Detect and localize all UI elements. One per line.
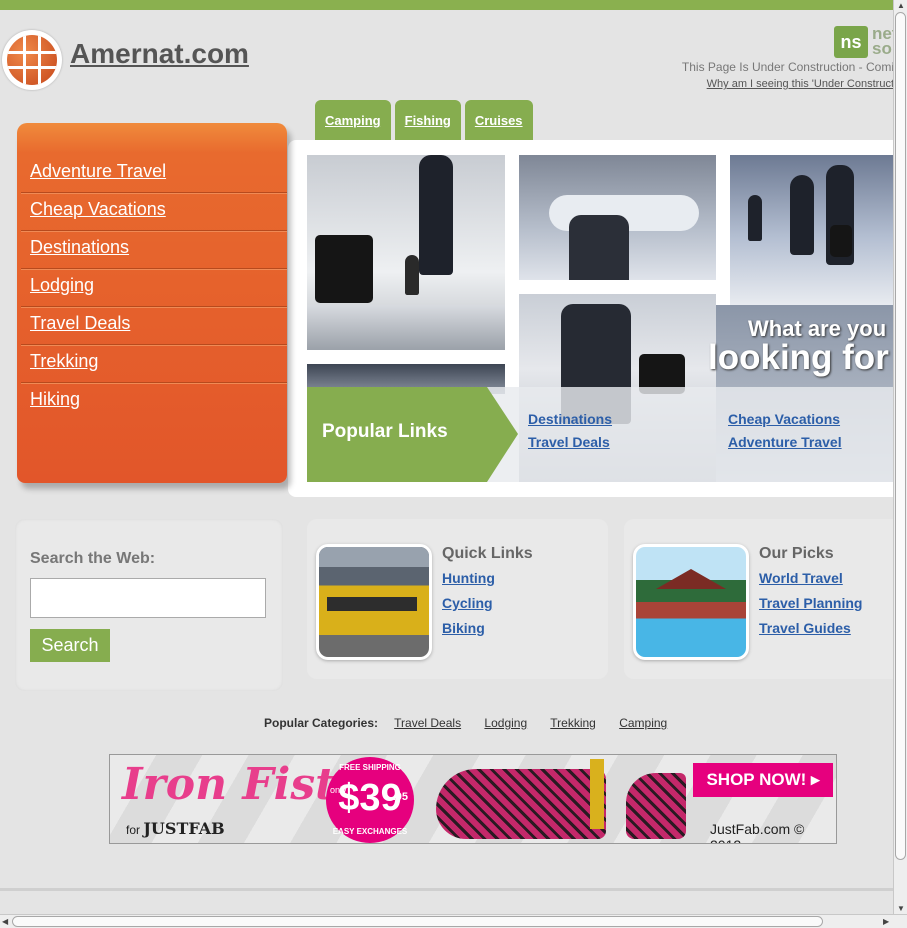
pick-world-travel[interactable]: World Travel [759, 570, 843, 586]
shoe-image-1 [436, 769, 606, 839]
sidebar-item-adventure-travel: Adventure Travel [21, 155, 287, 193]
network-solutions-logo-text: net sol [872, 26, 894, 56]
our-picks-title: Our Picks [759, 545, 834, 562]
search-input[interactable] [30, 578, 266, 618]
why-under-construction-link[interactable]: Why am I seeing this 'Under Construct [707, 78, 894, 90]
sidebar-link[interactable]: Cheap Vacations [30, 199, 166, 219]
top-tabs: Camping Fishing Cruises [315, 100, 533, 141]
top-accent-bar [0, 0, 893, 10]
network-solutions-logo-icon[interactable]: ns [834, 26, 868, 58]
ad-brand-logo: Iron Fist [122, 759, 336, 810]
sidebar-link[interactable]: Hiking [30, 389, 80, 409]
category-travel-deals[interactable]: Travel Deals [394, 716, 461, 730]
popular-categories: Popular Categories: Travel Deals Lodging… [264, 716, 687, 730]
popular-links-title: Popular Links [322, 421, 448, 442]
ad-free-shipping: FREE SHIPPING [339, 763, 401, 772]
resort-pool-photo [633, 544, 749, 660]
category-trekking[interactable]: Trekking [550, 716, 596, 730]
banner-ad[interactable]: Iron Fist for JUSTFAB FREE SHIPPING only… [109, 754, 837, 844]
tab-camping[interactable]: Camping [315, 100, 391, 141]
horizontal-scroll-thumb[interactable] [12, 916, 823, 927]
category-camping[interactable]: Camping [619, 716, 667, 730]
under-construction-text: This Page Is Under Construction - Comi [681, 60, 894, 74]
airport-window-photo [519, 155, 716, 280]
hero-question-line2: looking for [708, 338, 889, 377]
quick-links-title: Quick Links [442, 545, 533, 562]
quick-link-cycling[interactable]: Cycling [442, 595, 493, 611]
popular-link-adventure-travel[interactable]: Adventure Travel [728, 434, 842, 450]
sidebar-link[interactable]: Destinations [30, 237, 129, 257]
globe-logo-icon[interactable] [2, 30, 62, 90]
popular-categories-label: Popular Categories: [264, 716, 379, 730]
ad-footer: JustFab.com © 2012 [710, 821, 805, 843]
sidebar-item-cheap-vacations: Cheap Vacations [21, 193, 287, 231]
scroll-down-arrow-icon[interactable]: ▼ [897, 904, 905, 913]
sidebar-item-travel-deals: Travel Deals [21, 307, 287, 345]
category-lodging[interactable]: Lodging [484, 716, 527, 730]
sidebar-item-lodging: Lodging [21, 269, 287, 307]
shoe-heel-1 [590, 759, 604, 829]
tab-fishing[interactable]: Fishing [394, 100, 461, 141]
shop-now-button[interactable]: SHOP NOW! ▸ [693, 763, 833, 797]
sidebar-item-trekking: Trekking [21, 345, 287, 383]
sidebar-link[interactable]: Lodging [30, 275, 94, 295]
popular-link-travel-deals[interactable]: Travel Deals [528, 434, 610, 450]
scroll-up-arrow-icon[interactable]: ▲ [897, 1, 905, 10]
popular-link-destinations[interactable]: Destinations [528, 411, 612, 427]
tab-cruises[interactable]: Cruises [464, 100, 533, 141]
ad-easy-exchanges: EASY EXCHANGES [332, 827, 408, 836]
popular-link-cheap-vacations[interactable]: Cheap Vacations [728, 411, 840, 427]
search-label: Search the Web: [30, 550, 156, 567]
shoe-image-2 [626, 773, 686, 839]
ad-for-text: for JUSTFAB [126, 819, 225, 838]
pick-travel-planning[interactable]: Travel Planning [759, 595, 862, 611]
sidebar-link[interactable]: Travel Deals [30, 313, 130, 333]
vertical-scroll-thumb[interactable] [895, 12, 906, 860]
ad-cents: .95 [392, 791, 408, 803]
scroll-left-arrow-icon[interactable]: ◀ [2, 917, 8, 926]
scroll-right-arrow-icon[interactable]: ▶ [883, 917, 889, 926]
traveler-walking-photo [307, 155, 505, 350]
sidebar-item-hiking: Hiking [21, 383, 287, 421]
ad-price-badge: FREE SHIPPING only $39 .95 EASY EXCHANGE… [326, 757, 414, 843]
search-button[interactable]: Search [30, 629, 110, 662]
site-title-link[interactable]: Amernat.com [70, 38, 249, 70]
pick-travel-guides[interactable]: Travel Guides [759, 620, 851, 636]
footer-divider [0, 888, 893, 891]
airport-terminal-photo [730, 155, 894, 305]
sidebar-nav: Adventure Travel Cheap Vacations Destina… [17, 123, 287, 483]
train-photo [316, 544, 432, 660]
sidebar-item-destinations: Destinations [21, 231, 287, 269]
quick-link-hunting[interactable]: Hunting [442, 570, 495, 586]
sidebar-link[interactable]: Adventure Travel [30, 161, 166, 181]
sidebar-link[interactable]: Trekking [30, 351, 98, 371]
quick-link-biking[interactable]: Biking [442, 620, 485, 636]
